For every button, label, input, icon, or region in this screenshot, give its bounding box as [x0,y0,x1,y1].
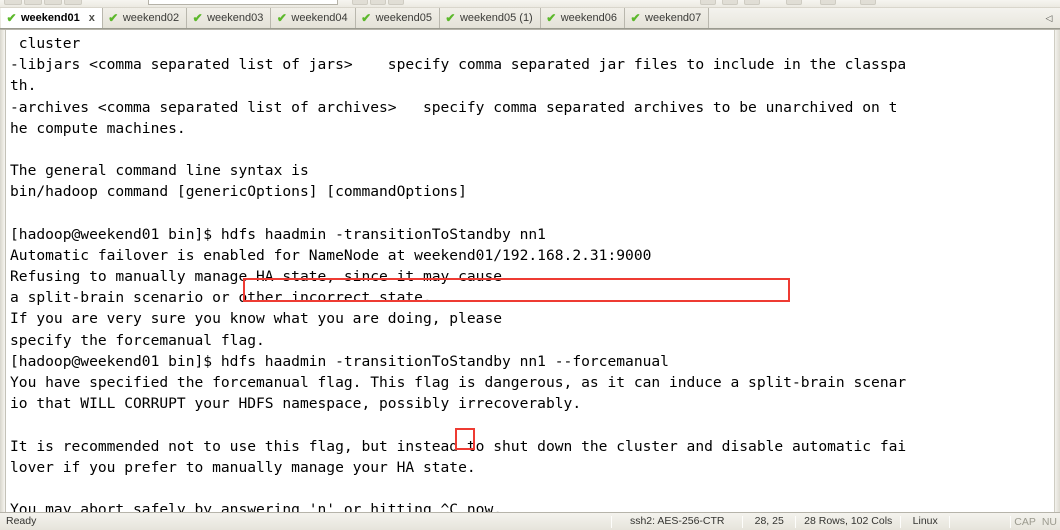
tab-overflow-arrow-icon[interactable]: ◁ [1042,11,1056,25]
check-icon: ✔ [108,10,119,25]
status-num-indicator: NU [1041,515,1057,528]
status-cipher: ssh2: AES-256-CTR [629,515,725,527]
terminal-line: [hadoop@weekend01 bin]$ hdfs haadmin -tr… [10,225,546,243]
terminal-line: cluster [10,35,81,52]
session-tab-label: weekend06 [560,11,618,24]
terminal-line: th. [10,77,37,95]
status-divider-5 [949,515,951,528]
status-caps-indicator: CAP [1014,515,1036,528]
terminal-line: It is recommended not to use this flag, … [10,437,907,455]
toolbar-icon-10[interactable] [744,0,760,5]
session-tab-weekend01[interactable]: ✔ weekend01 x [1,8,103,28]
terminal-line: bin/hadoop command [genericOptions] [com… [10,183,467,201]
terminal-line: lover if you prefer to manually manage y… [10,458,476,476]
session-tab-label: weekend04 [291,11,348,24]
terminal-line: You may abort safely by answering 'n' or… [10,501,503,512]
terminal-line: -archives <comma separated list of archi… [10,98,898,116]
terminal-line: io that WILL CORRUPT your HDFS namespace… [10,395,582,413]
toolbar-icon-4[interactable] [64,0,82,5]
session-tab-weekend03[interactable]: ✔ weekend03 [187,8,272,28]
terminal-line: [hadoop@weekend01 bin]$ hdfs haadmin -tr… [10,352,669,370]
session-tab-label: weekend03 [207,11,264,24]
terminal-output[interactable]: cluster -libjars <comma separated list of… [6,30,1054,512]
check-icon: ✔ [192,10,203,25]
check-icon: ✔ [630,10,641,25]
status-ready: Ready [6,515,37,527]
toolbar-address-field[interactable] [148,0,338,5]
toolbar-icon-1[interactable] [4,0,22,5]
toolbar-strip [0,0,1060,8]
toolbar-icon-11[interactable] [786,0,802,5]
terminal-line: specify the forcemanual flag. [10,331,265,349]
terminal-window: ✔ weekend01 x ✔ weekend02 ✔ weekend03 ✔ weekend0… [0,0,1060,530]
terminal-line: Automatic failover is enabled for NameNo… [10,246,652,264]
session-tab-weekend02[interactable]: ✔ weekend02 [102,8,188,28]
terminal-line: -libjars <comma separated list of jars> … [10,56,907,74]
session-tab-label: weekend05 (1) [459,11,533,24]
terminal-right-edge [1054,30,1060,512]
toolbar-icon-9[interactable] [722,0,738,5]
session-tab-weekend07[interactable]: ✔ weekend07 [625,8,710,28]
check-icon: ✔ [361,10,372,25]
session-tab-bar: ✔ weekend01 x ✔ weekend02 ✔ weekend03 ✔ weekend0… [0,8,1060,29]
toolbar-icon-13[interactable] [860,0,876,5]
session-tab-weekend05-1-[interactable]: ✔ weekend05 (1) [439,8,541,28]
toolbar-icon-6[interactable] [370,0,386,5]
terminal-line: If you are very sure you know what you a… [10,310,503,328]
session-tab-weekend06[interactable]: ✔ weekend06 [540,8,626,28]
close-icon[interactable]: x [89,9,95,28]
session-tab-label: weekend07 [645,11,702,24]
terminal-line: You have specified the forcemanual flag.… [10,374,907,391]
toolbar-icon-12[interactable] [820,0,836,5]
toolbar-icon-8[interactable] [700,0,716,5]
session-tab-weekend04[interactable]: ✔ weekend04 [271,8,356,28]
session-tab-label: weekend05 [375,11,432,24]
toolbar-icon-2[interactable] [24,0,42,5]
terminal-line: he compute machines. [10,119,186,137]
terminal-line: a split-brain scenario or other incorrec… [10,289,432,307]
toolbar-icon-7[interactable] [388,0,404,5]
status-screen-size: 28 Rows, 102 Cols [804,515,893,527]
terminal-line: Refusing to manually manage HA state, si… [10,268,503,286]
check-icon: ✔ [276,10,287,25]
toolbar-icon-5[interactable] [352,0,368,5]
toolbar-icon-3[interactable] [44,0,62,5]
status-emulation: Linux [912,515,938,527]
check-icon: ✔ [6,10,17,25]
terminal-line: The general command line syntax is [10,162,309,180]
status-bar: Ready ssh2: AES-256-CTR 28, 25 28 Rows, … [0,512,1060,530]
session-tab-weekend05[interactable]: ✔ weekend05 [355,8,440,28]
session-tab-label: weekend01 [21,11,80,24]
check-icon: ✔ [445,10,456,25]
check-icon: ✔ [546,10,557,25]
terminal-area: cluster -libjars <comma separated list of… [0,29,1060,512]
session-tab-label: weekend02 [122,11,180,24]
status-cursor-position: 28, 25 [754,515,784,527]
